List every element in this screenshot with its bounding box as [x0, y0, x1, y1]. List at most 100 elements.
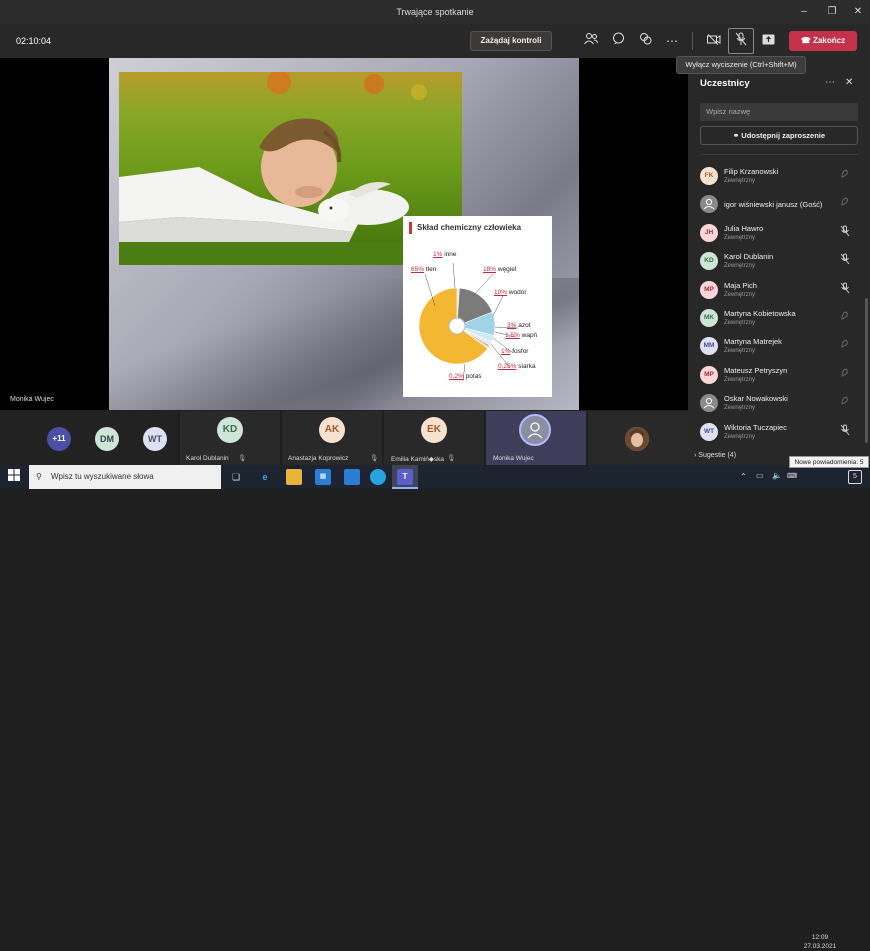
label-wapn-text: wapń: [521, 332, 538, 339]
participant-row[interactable]: KD Karol Dublanin Zewnętrzny: [688, 247, 870, 275]
person-avatar-icon: [700, 195, 718, 214]
microphone-icon[interactable]: [838, 168, 852, 182]
gallery-tile-anastazja[interactable]: AK Anastazja Koprowicz 🎙: [282, 411, 382, 465]
participant-list: FK Filip Krzanowski Zewnętrzny igor wiśniew…: [688, 162, 870, 452]
minimize-icon[interactable]: –: [790, 0, 818, 24]
pie-center: [448, 317, 466, 335]
participant-avatar: MM: [700, 337, 718, 356]
participant-row[interactable]: WT Wiktoria Tuczapiec Zewnętrzny: [688, 418, 870, 446]
camera-off-icon[interactable]: [701, 28, 727, 54]
participant-row[interactable]: JH Julia Hawro Zewnętrzny: [688, 219, 870, 247]
gallery-tile-video[interactable]: [588, 411, 688, 465]
participant-avatar: MK: [700, 309, 718, 327]
microphone-muted-icon[interactable]: [838, 282, 852, 296]
maximize-icon[interactable]: ❐: [818, 0, 846, 24]
participant-name: Maja Pich: [724, 280, 757, 290]
gallery-avatar: EK: [421, 417, 447, 443]
label-wegiel-text: węgiel: [497, 266, 517, 273]
participant-role: Zewnętrzny: [724, 234, 756, 241]
label-azot-text: azot: [518, 322, 531, 329]
leader-line: [492, 295, 504, 317]
participant-avatar: MP: [700, 280, 718, 299]
participant-row[interactable]: Oskar Nowakowski Zewnętrzny: [688, 389, 870, 417]
file-explorer-icon[interactable]: [286, 469, 302, 485]
taskbar-search-placeholder: Wpisz tu wyszukiwane słowa: [51, 472, 154, 481]
speaker-name-label: Monika Wujec: [10, 396, 54, 403]
microphone-muted-icon[interactable]: [838, 424, 852, 438]
request-control-button[interactable]: Zażądaj kontroli: [470, 31, 552, 51]
microphone-icon[interactable]: [838, 395, 852, 409]
notification-center-icon[interactable]: 5: [848, 470, 862, 484]
chart-card: Skład chemiczny człowieka 1% inne 65% tl…: [403, 216, 552, 397]
microphone-icon[interactable]: [838, 338, 852, 352]
microphone-icon[interactable]: [838, 367, 852, 381]
edge-icon[interactable]: e: [257, 469, 273, 485]
panel-scrollbar[interactable]: [865, 298, 868, 443]
participant-row[interactable]: igor wiśniewski janusz (Gość): [688, 190, 870, 218]
participant-search-input[interactable]: Wpisz nazwę: [700, 103, 858, 121]
participant-row[interactable]: MP Mateusz Petryszyn Zewnętrzny: [688, 361, 870, 389]
participant-name: Wiktoria Tuczapiec: [724, 422, 787, 432]
label-siarka: 0,25% siarka: [498, 363, 536, 370]
gallery-tile-karol[interactable]: KD Karol Dublanin 🎙: [180, 411, 280, 465]
windows-start-icon[interactable]: [6, 469, 22, 485]
participant-name: Karol Dublanin: [724, 252, 774, 262]
participant-role: Zewnętrzny: [724, 405, 756, 412]
participant-role: Zewnętrzny: [724, 433, 756, 440]
gallery-tile-monika[interactable]: Monika Wujec: [486, 411, 586, 465]
avatar-wt[interactable]: WT: [143, 427, 167, 451]
microphone-muted-icon[interactable]: [728, 28, 754, 54]
task-view-icon[interactable]: ❏: [228, 469, 244, 485]
participant-role: Zewnętrzny: [724, 178, 756, 184]
toolbar-divider: [692, 32, 693, 50]
mail-icon[interactable]: [344, 469, 360, 485]
tray-chevron-icon[interactable]: ⌃: [740, 472, 747, 481]
microphone-muted-icon[interactable]: [838, 253, 852, 267]
overflow-count[interactable]: +11: [47, 427, 71, 451]
network-icon[interactable]: ▭: [756, 471, 764, 480]
more-options-icon[interactable]: ⋯: [659, 28, 685, 54]
gallery-name: Emilia Kamiń◆ska: [391, 456, 445, 463]
microphone-muted-icon[interactable]: [838, 225, 852, 239]
teams-taskbar-button[interactable]: T: [392, 465, 418, 489]
participant-row[interactable]: MM Martyna Matrejek Zewnętrzny: [688, 332, 870, 360]
taskbar-clock[interactable]: 12:09 27.03.2021: [800, 933, 840, 951]
keyboard-language-icon[interactable]: ⌨: [787, 472, 797, 480]
end-call-button[interactable]: ☎ Zakończ: [789, 31, 857, 51]
close-icon[interactable]: ✕: [844, 0, 870, 24]
label-fosfor: 1% fosfor: [501, 348, 528, 355]
share-screen-icon[interactable]: [755, 28, 781, 54]
suggestions-toggle[interactable]: › Sugestie (4): [694, 452, 736, 459]
mic-icon: 🎙: [370, 455, 379, 462]
microphone-icon[interactable]: [838, 310, 852, 324]
label-potas: 0,2% potas: [449, 373, 482, 380]
label-azot: 3% azot: [507, 322, 531, 329]
leader-line: [452, 262, 456, 289]
unmute-tooltip: Wyłącz wyciszenie (Ctrl+Shift+M): [676, 56, 806, 74]
chat-icon[interactable]: [605, 28, 631, 54]
microphone-icon[interactable]: [838, 196, 852, 210]
participant-row[interactable]: MP Maja Pich Zewnętrzny: [688, 276, 870, 304]
windows-taskbar: ⚲ Wpisz tu wyszukiwane słowa ❏ e ▦ T ⌃ ▭…: [0, 465, 870, 950]
share-invite-button[interactable]: ⚭ Udostępnij zaproszenie: [700, 126, 858, 145]
participant-role: Zewnętrzny: [724, 320, 756, 326]
participant-row[interactable]: FK Filip Krzanowski Zewnętrzny: [688, 162, 870, 190]
volume-icon[interactable]: 🔈: [772, 471, 782, 480]
avatar-dm[interactable]: DM: [95, 427, 119, 451]
store-icon[interactable]: ▦: [315, 469, 331, 485]
participants-icon[interactable]: [578, 28, 604, 54]
panel-more-icon[interactable]: ⋯: [825, 77, 835, 88]
panel-close-icon[interactable]: ✕: [845, 77, 853, 88]
label-inne-value: 1%: [433, 251, 443, 258]
participant-row[interactable]: MK Martyna Kobietowska Zewnętrzny: [688, 304, 870, 332]
taskbar-search-input[interactable]: ⚲ Wpisz tu wyszukiwane słowa: [29, 465, 221, 489]
browser-icon[interactable]: [370, 469, 386, 485]
meeting-timer: 02:10:04: [16, 36, 52, 46]
search-icon: ⚲: [36, 472, 42, 481]
label-wegiel-value: 18%: [483, 266, 497, 273]
reactions-icon[interactable]: [632, 28, 658, 54]
person-avatar-icon: [700, 394, 718, 413]
participant-name: igor wiśniewski janusz (Gość): [724, 200, 823, 210]
gallery-tile-emilia[interactable]: EK Emilia Kamiń◆ska 🎙: [384, 411, 484, 465]
participant-role: Zewnętrzny: [724, 348, 756, 355]
